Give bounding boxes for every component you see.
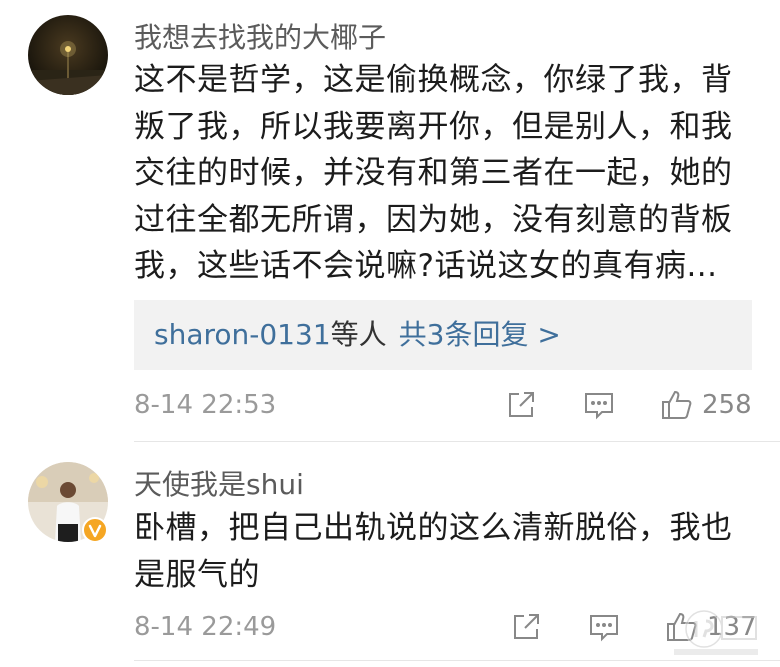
comment-time: 8-14 22:49 bbox=[134, 612, 277, 642]
like-count: 258 bbox=[702, 390, 752, 420]
comment-list: 我想去找我的大椰子 这不是哲学，这是偷换概念，你绿了我，背叛了我，所以我要离开你… bbox=[0, 0, 780, 667]
watermark-logo bbox=[674, 609, 758, 655]
comment-text: 卧槽，把自己出轨说的这么清新脱俗，我也是服气的 bbox=[134, 510, 733, 593]
thumbs-up-icon bbox=[662, 390, 692, 419]
username[interactable]: 天使我是shui bbox=[134, 463, 304, 503]
comment-icon bbox=[590, 615, 618, 642]
replies-summary[interactable]: sharon-0131等人 共3条回复 > bbox=[134, 300, 752, 370]
comment-button[interactable] bbox=[583, 388, 615, 422]
comment-text: 这不是哲学，这是偷换概念，你绿了我，背叛了我，所以我要离开你，但是别人，和我交往… bbox=[134, 62, 733, 284]
avatar[interactable] bbox=[28, 15, 108, 95]
comment-icon bbox=[585, 393, 613, 420]
reply-author-link[interactable]: sharon-0131 bbox=[134, 318, 331, 351]
comment-time: 8-14 22:53 bbox=[134, 390, 277, 420]
reply-suffix: 等人 bbox=[330, 318, 387, 351]
share-button[interactable] bbox=[505, 388, 537, 422]
like-button[interactable]: 258 bbox=[660, 388, 752, 422]
divider bbox=[134, 441, 780, 442]
comment-item: 天使我是shui 卧槽，把自己出轨说的这么清新脱俗，我也是服气的 8-14 22… bbox=[0, 450, 780, 667]
comment-button[interactable] bbox=[588, 610, 620, 644]
verified-badge-icon bbox=[82, 517, 108, 543]
divider bbox=[134, 660, 780, 661]
view-replies-link[interactable]: 共3条回复 > bbox=[387, 318, 561, 351]
share-icon bbox=[514, 614, 539, 639]
username[interactable]: 我想去找我的大椰子 bbox=[134, 16, 386, 56]
share-icon bbox=[509, 392, 534, 417]
share-button[interactable] bbox=[510, 610, 542, 644]
comment-item: 我想去找我的大椰子 这不是哲学，这是偷换概念，你绿了我，背叛了我，所以我要离开你… bbox=[0, 0, 780, 450]
